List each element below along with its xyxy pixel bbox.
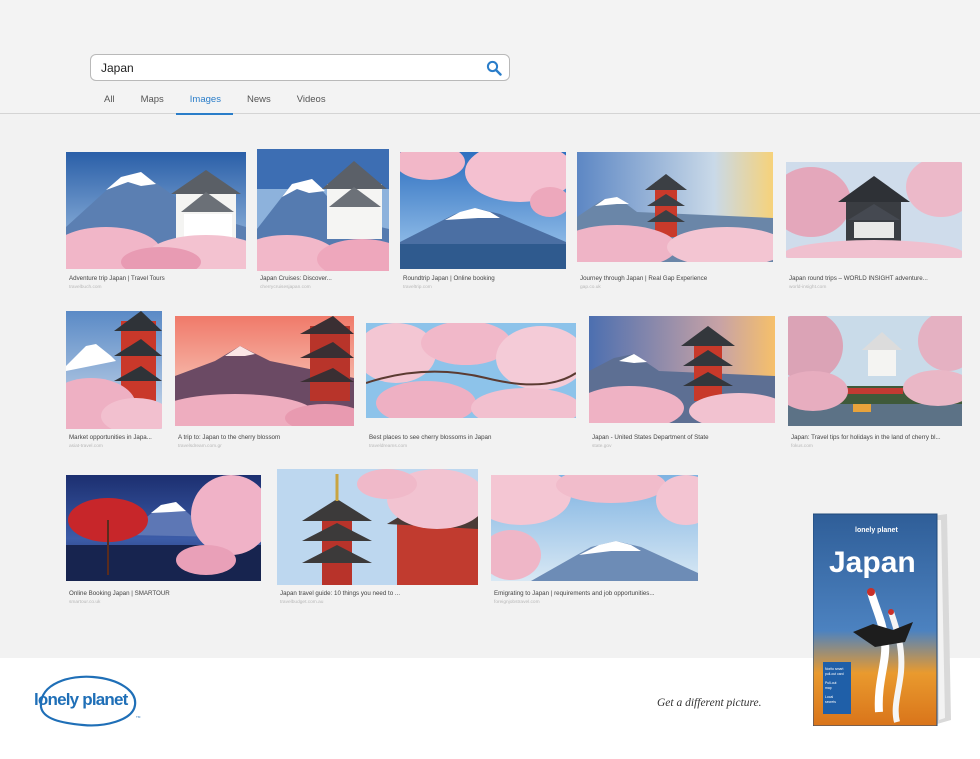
result-card[interactable]: A trip to: Japan to the cherry blossom t… (175, 316, 355, 453)
svg-text:secrets: secrets (825, 700, 836, 704)
result-card[interactable]: Best places to see cherry blossoms in Ja… (366, 313, 578, 453)
result-source: gap.co.uk (580, 285, 601, 290)
result-source: world-insight.com (789, 285, 827, 290)
tab-news[interactable]: News (233, 86, 283, 114)
result-title[interactable]: Market opportunities in Japa... (69, 434, 163, 441)
result-card[interactable]: Japan round trips – WORLD INSIGHT advent… (786, 152, 962, 292)
result-image[interactable] (400, 152, 566, 269)
result-image[interactable] (366, 323, 576, 418)
svg-text:Norito smart: Norito smart (825, 667, 844, 671)
result-card[interactable]: Roundtrip Japan | Online booking travelt… (400, 152, 566, 292)
guidebook-cover: lonely planet Japan Norito smart pull-ou… (813, 513, 951, 726)
search-input[interactable] (101, 59, 481, 77)
result-title[interactable]: Adventure trip Japan | Travel Tours (69, 275, 245, 282)
result-source: traveldreams.com (369, 444, 408, 449)
result-title[interactable]: Japan round trips – WORLD INSIGHT advent… (789, 275, 961, 282)
result-card[interactable]: Emigrating to Japan | requirements and j… (491, 469, 703, 609)
result-image[interactable] (257, 149, 389, 271)
result-source: travelbudget.com.au (280, 600, 324, 605)
svg-text:TM: TM (136, 715, 141, 719)
svg-text:Pull-out: Pull-out (825, 681, 837, 685)
result-image[interactable] (277, 469, 478, 585)
result-title[interactable]: Japan: Travel tips for holidays in the l… (791, 434, 963, 441)
result-source: fokus.com (791, 444, 813, 449)
result-card[interactable]: Japan Cruises: Discover... cherrycruises… (257, 149, 389, 292)
result-source: smartour.co.uk (69, 600, 101, 605)
result-image[interactable] (788, 316, 962, 426)
result-source: travelbuch.com (69, 285, 102, 290)
svg-text:Japan: Japan (829, 546, 916, 579)
search-header: All Maps Images News Videos (0, 0, 980, 115)
result-image[interactable] (66, 152, 246, 269)
tagline: Get a different picture. (657, 697, 762, 709)
result-card[interactable]: Online Booking Japan | SMARTOUR smartour… (66, 469, 266, 609)
tab-maps[interactable]: Maps (127, 86, 176, 114)
result-card[interactable]: Market opportunities in Japa... asiat-tr… (66, 311, 164, 453)
result-image[interactable] (66, 475, 261, 581)
result-title[interactable]: Japan - United States Department of Stat… (592, 434, 776, 441)
tab-images[interactable]: Images (175, 86, 234, 115)
result-card[interactable]: Japan - United States Department of Stat… (589, 316, 776, 453)
result-image[interactable] (786, 162, 962, 258)
tab-all[interactable]: All (90, 86, 127, 114)
result-source: traveltrip.com (403, 285, 432, 290)
result-image[interactable] (66, 311, 162, 429)
result-title[interactable]: Japan travel guide: 10 things you need t… (280, 590, 476, 597)
search-box[interactable] (90, 54, 510, 81)
tab-videos[interactable]: Videos (283, 86, 338, 114)
result-card[interactable]: Journey through Japan | Real Gap Experie… (577, 152, 773, 292)
result-title[interactable]: Best places to see cherry blossoms in Ja… (369, 434, 577, 441)
result-title[interactable]: Japan Cruises: Discover... (260, 275, 388, 282)
svg-text:lonely planet: lonely planet (855, 527, 898, 534)
result-title[interactable]: Emigrating to Japan | requirements and j… (494, 590, 702, 597)
search-tabs: All Maps Images News Videos (90, 86, 338, 115)
result-source: state.gov (592, 444, 612, 449)
svg-text:pull-out card: pull-out card (825, 672, 844, 676)
svg-text:Local: Local (825, 695, 833, 699)
result-card[interactable]: Japan: Travel tips for holidays in the l… (788, 316, 963, 453)
result-source: asiat-travel.com (69, 444, 103, 449)
result-image[interactable] (175, 316, 354, 426)
svg-text:lonely planet: lonely planet (34, 690, 129, 709)
result-card[interactable]: Japan travel guide: 10 things you need t… (277, 469, 479, 609)
result-title[interactable]: Roundtrip Japan | Online booking (403, 275, 565, 282)
result-source: travelsdream.com.gr (178, 444, 222, 449)
result-source: foreignjobstravel.com (494, 600, 540, 605)
result-image[interactable] (491, 475, 698, 581)
result-image[interactable] (577, 152, 773, 262)
result-image[interactable] (589, 316, 775, 423)
result-title[interactable]: A trip to: Japan to the cherry blossom (178, 434, 354, 441)
result-title[interactable]: Journey through Japan | Real Gap Experie… (580, 275, 772, 282)
result-title[interactable]: Online Booking Japan | SMARTOUR (69, 590, 265, 597)
svg-text:map: map (825, 686, 832, 690)
search-icon[interactable] (486, 60, 502, 76)
lonely-planet-logo: lonely planet TM (34, 675, 141, 727)
result-source: cherrycruisesjapan.com (260, 285, 311, 290)
result-card[interactable]: Adventure trip Japan | Travel Tours trav… (66, 152, 246, 292)
